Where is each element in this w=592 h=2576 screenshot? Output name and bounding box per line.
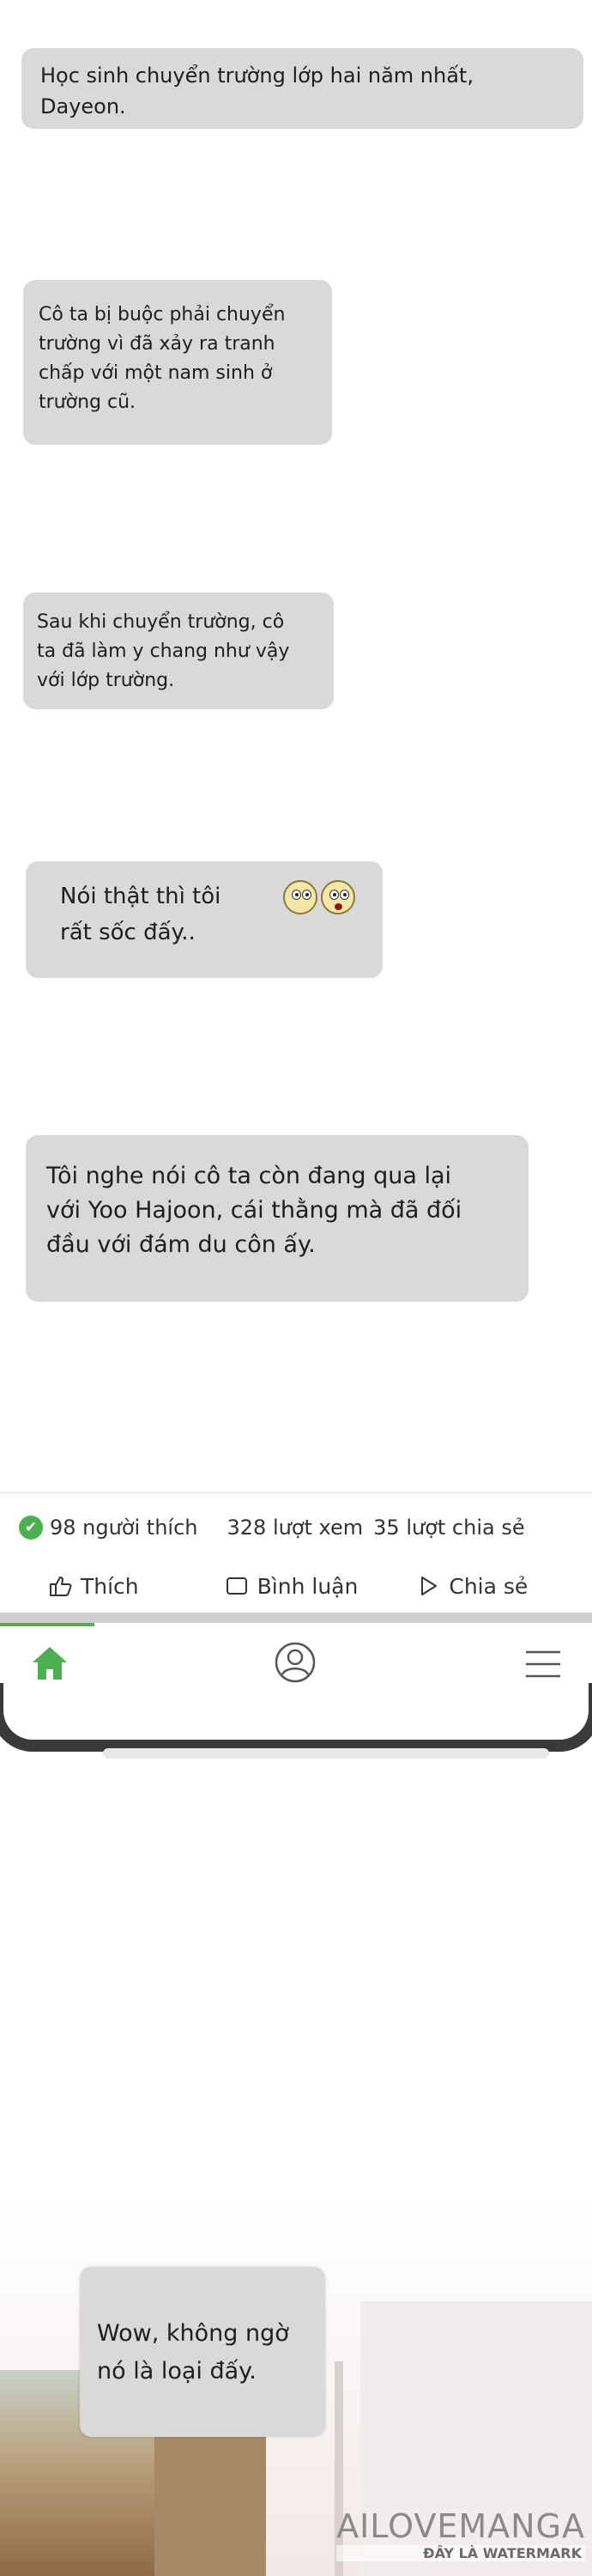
comment-label: Bình luận (257, 1573, 359, 1599)
bubble-3: Sau khi chuyển trường, cô ta đã làm y ch… (23, 592, 334, 709)
like-label: Thích (81, 1573, 139, 1599)
likes-count[interactable]: 98 người thích (50, 1516, 198, 1540)
bubble-1: Học sinh chuyển trường lớp hai năm nhất,… (21, 48, 583, 129)
share-label: Chia sẻ (449, 1573, 529, 1599)
bubble-5: Tôi nghe nói cô ta còn đang qua lại với … (26, 1135, 529, 1302)
share-icon (421, 1577, 438, 1595)
views-count: 328 lượt xem (227, 1515, 364, 1540)
shocked-emoji-pair (283, 880, 355, 914)
scene-cabinet (154, 2421, 266, 2576)
section-divider (0, 1613, 592, 1623)
phone-frame-bottom (0, 1683, 592, 1752)
bubble-6: Wow, không ngờ nó là loại đấy. (80, 2267, 325, 2437)
watermark: AILOVEMANGA ĐÂY LÀ WATERMARK (336, 2507, 585, 2561)
shocked-face-icon (283, 880, 317, 914)
comment-icon (226, 1577, 247, 1595)
profile-icon[interactable] (273, 1640, 317, 1685)
watermark-brand: AILOVEMANGA (336, 2507, 585, 2545)
thumbs-up-badge-icon: ✔ (19, 1515, 43, 1540)
phone-shadow-strip (103, 1748, 549, 1759)
share-button[interactable]: Chia sẻ (416, 1574, 528, 1599)
bubble-2: Cô ta bị buộc phải chuyển trường vì đã x… (23, 280, 332, 445)
post-actions-bar: Thích Bình luận Chia sẻ (0, 1561, 592, 1611)
watermark-note: ĐÂY LÀ WATERMARK (336, 2545, 585, 2561)
thumbs-up-icon (50, 1577, 72, 1596)
comment-button[interactable]: Bình luận (225, 1573, 359, 1599)
shares-count[interactable]: 35 lượt chia sẻ (373, 1516, 524, 1540)
bubble-4: Nói thật thì tôi rất sốc đấy.. (26, 861, 383, 978)
home-icon[interactable] (29, 1643, 70, 1683)
menu-icon[interactable] (523, 1647, 563, 1681)
shocked-face-open-mouth-icon (321, 880, 355, 914)
post-stats-bar: ✔ 98 người thích 328 lượt xem 35 lượt ch… (0, 1492, 592, 1561)
like-button[interactable]: Thích (48, 1574, 139, 1599)
